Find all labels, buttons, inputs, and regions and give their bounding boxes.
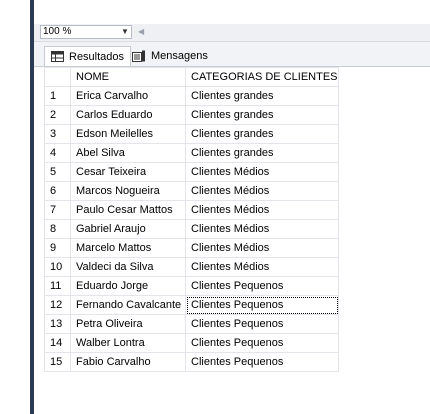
table-row[interactable]: 6 Marcos Nogueira Clientes Médios [44, 181, 339, 201]
nome-cell[interactable]: Petra Oliveira [70, 314, 186, 334]
chevron-down-icon[interactable]: ▼ [120, 26, 130, 38]
row-number-cell[interactable]: 4 [44, 143, 71, 163]
table-row[interactable]: 8 Gabriel Araujo Clientes Médios [44, 219, 339, 239]
tab-label: Mensagens [151, 50, 208, 62]
row-number-header[interactable] [44, 67, 71, 87]
table-row[interactable]: 14 Walber Lontra Clientes Pequenos [44, 333, 339, 353]
categoria-cell[interactable]: Clientes Médios [185, 162, 339, 182]
categoria-cell[interactable]: Clientes grandes [185, 143, 339, 163]
categoria-cell[interactable]: Clientes Médios [185, 219, 339, 239]
nome-cell[interactable]: Carlos Eduardo [70, 105, 186, 125]
results-grid: NOME CATEGORIAS DE CLIENTES 1 Erica Carva… [34, 67, 430, 414]
messages-icon [132, 50, 145, 62]
table-row[interactable]: 15 Fabio Carvalho Clientes Pequenos [44, 352, 339, 372]
zoom-select[interactable]: 100 % ▼ [40, 25, 132, 39]
column-header-categorias[interactable]: CATEGORIAS DE CLIENTES [185, 67, 339, 87]
nome-cell[interactable]: Eduardo Jorge [70, 276, 186, 296]
tab-mensagens[interactable]: Mensagens [126, 46, 214, 66]
grid-icon [51, 51, 64, 62]
nome-cell[interactable]: Erica Carvalho [70, 86, 186, 106]
nome-cell[interactable]: Fabio Carvalho [70, 352, 186, 372]
table-row[interactable]: 11 Eduardo Jorge Clientes Pequenos [44, 276, 339, 296]
nome-cell[interactable]: Walber Lontra [70, 333, 186, 353]
nome-cell[interactable]: Edson Meilelles [70, 124, 186, 144]
nome-cell[interactable]: Cesar Teixeira [70, 162, 186, 182]
row-number-cell[interactable]: 1 [44, 86, 71, 106]
row-number-cell[interactable]: 3 [44, 124, 71, 144]
categoria-cell[interactable]: Clientes Pequenos [185, 295, 339, 315]
results-tabbar: Resultados Mensagens [34, 42, 430, 67]
column-header-nome[interactable]: NOME [70, 67, 186, 87]
table-row[interactable]: 2 Carlos Eduardo Clientes grandes [44, 105, 339, 125]
categoria-cell[interactable]: Clientes Pequenos [185, 314, 339, 334]
row-number-cell[interactable]: 13 [44, 314, 71, 334]
results-toolbar: 100 % ▼ ◀ [34, 24, 430, 42]
table-row[interactable]: 13 Petra Oliveira Clientes Pequenos [44, 314, 339, 334]
table-row[interactable]: 12 Fernando Cavalcante Clientes Pequenos [44, 295, 339, 315]
table-row[interactable]: 1 Erica Carvalho Clientes grandes [44, 86, 339, 106]
row-number-cell[interactable]: 10 [44, 257, 71, 277]
nome-cell[interactable]: Gabriel Araujo [70, 219, 186, 239]
row-number-cell[interactable]: 14 [44, 333, 71, 353]
row-number-cell[interactable]: 9 [44, 238, 71, 258]
results-table: NOME CATEGORIAS DE CLIENTES 1 Erica Carva… [44, 67, 339, 372]
nome-cell[interactable]: Paulo Cesar Mattos [70, 200, 186, 220]
categoria-cell[interactable]: Clientes Pequenos [185, 276, 339, 296]
categoria-cell[interactable]: Clientes Pequenos [185, 352, 339, 372]
row-number-cell[interactable]: 7 [44, 200, 71, 220]
categoria-cell[interactable]: Clientes Médios [185, 181, 339, 201]
row-number-cell[interactable]: 8 [44, 219, 71, 239]
table-row[interactable]: 7 Paulo Cesar Mattos Clientes Médios [44, 200, 339, 220]
row-number-cell[interactable]: 12 [44, 295, 71, 315]
tab-resultados[interactable]: Resultados [44, 46, 132, 66]
nome-cell[interactable]: Valdeci da Silva [70, 257, 186, 277]
categoria-cell[interactable]: Clientes Médios [185, 257, 339, 277]
row-number-cell[interactable]: 2 [44, 105, 71, 125]
nome-cell[interactable]: Fernando Cavalcante [70, 295, 186, 315]
table-row[interactable]: 10 Valdeci da Silva Clientes Médios [44, 257, 339, 277]
nome-cell[interactable]: Marcos Nogueira [70, 181, 186, 201]
categoria-cell[interactable]: Clientes Pequenos [185, 333, 339, 353]
row-number-cell[interactable]: 6 [44, 181, 71, 201]
nome-cell[interactable]: Abel Silva [70, 143, 186, 163]
header-row: NOME CATEGORIAS DE CLIENTES [44, 67, 339, 87]
row-number-cell[interactable]: 11 [44, 276, 71, 296]
table-row[interactable]: 3 Edson Meilelles Clientes grandes [44, 124, 339, 144]
row-number-cell[interactable]: 5 [44, 162, 71, 182]
nome-cell[interactable]: Marcelo Mattos [70, 238, 186, 258]
editor-margin [30, 0, 34, 24]
scroll-left-icon[interactable]: ◀ [138, 25, 146, 39]
top-strip [0, 0, 430, 24]
table-row[interactable]: 4 Abel Silva Clientes grandes [44, 143, 339, 163]
categoria-cell[interactable]: Clientes grandes [185, 86, 339, 106]
zoom-value: 100 % [43, 26, 72, 37]
tab-label: Resultados [69, 50, 125, 63]
table-row[interactable]: 5 Cesar Teixeira Clientes Médios [44, 162, 339, 182]
categoria-cell[interactable]: Clientes Médios [185, 238, 339, 258]
row-number-cell[interactable]: 15 [44, 352, 71, 372]
categoria-cell[interactable]: Clientes grandes [185, 124, 339, 144]
categoria-cell[interactable]: Clientes grandes [185, 105, 339, 125]
categoria-cell[interactable]: Clientes Médios [185, 200, 339, 220]
table-row[interactable]: 9 Marcelo Mattos Clientes Médios [44, 238, 339, 258]
